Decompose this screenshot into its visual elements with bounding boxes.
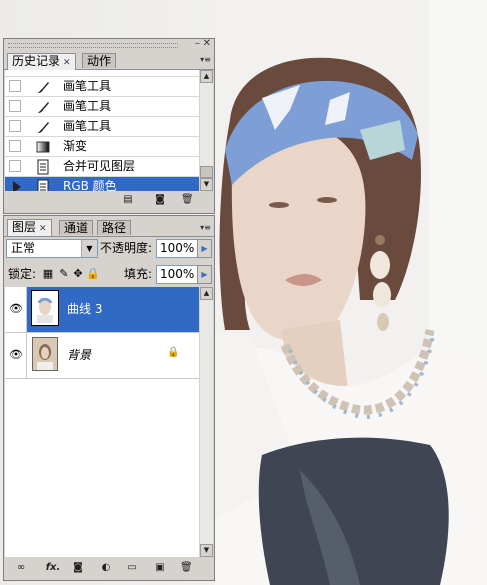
lock-label: 锁定: <box>8 267 37 281</box>
opacity-input[interactable]: 100% <box>156 239 200 258</box>
history-bottom-bar: ▤ ◙ 🗑 <box>4 192 214 208</box>
new-layer-icon[interactable]: ▣ <box>154 562 166 573</box>
chevron-down-icon[interactable]: ▼ <box>81 240 97 257</box>
history-item-label: 渐变 <box>63 139 88 153</box>
layer-mask-thumbnail[interactable] <box>31 290 59 326</box>
scroll-down-icon[interactable]: ▼ <box>200 178 213 191</box>
document-icon <box>37 159 49 175</box>
history-panel: – ✕ 历史记录 ✕ 动作 ▾≡ 画笔工具 画笔工具 画笔工具 渐变 合并可见图… <box>3 38 215 214</box>
history-state-marker <box>13 181 21 191</box>
mask-icon[interactable]: ◙ <box>72 562 84 573</box>
scroll-up-icon[interactable]: ▲ <box>200 70 213 83</box>
list-item-partial <box>5 70 199 77</box>
panel-menu-icon[interactable]: ▾≡ <box>200 222 211 233</box>
history-item-label: RGB 颜色 <box>63 179 117 191</box>
snapshot-checkbox[interactable] <box>9 160 21 172</box>
layer-name[interactable]: 背景 <box>67 348 91 363</box>
history-item[interactable]: 画笔工具 <box>5 97 199 117</box>
history-item-label: 画笔工具 <box>63 99 112 113</box>
layers-tabs: 图层 ✕ 通道 路径 ▾≡ <box>4 216 214 237</box>
curves-thumbnail-icon <box>37 297 53 323</box>
tab-close-icon[interactable]: ✕ <box>39 224 47 234</box>
tab-actions[interactable]: 动作 <box>82 53 117 68</box>
history-scrollbar[interactable]: ▲ ▼ <box>200 70 213 191</box>
snapshot-checkbox[interactable] <box>9 140 21 152</box>
brush-icon <box>38 82 49 93</box>
history-titlebar[interactable]: – ✕ <box>4 38 214 51</box>
history-item-label: 合并可见图层 <box>63 159 136 173</box>
fill-input[interactable]: 100% <box>156 265 200 284</box>
snapshot-checkbox[interactable] <box>9 80 21 92</box>
link-icon[interactable]: ∞ <box>14 562 28 573</box>
eye-icon[interactable]: 👁 <box>8 348 24 362</box>
visibility-cell[interactable]: 👁 <box>5 287 27 332</box>
layers-list: 👁 曲线 3 👁 背景 🔒 <box>5 287 199 557</box>
tab-history[interactable]: 历史记录 ✕ <box>7 53 76 70</box>
history-item[interactable]: 画笔工具 <box>5 77 199 97</box>
minimize-icon[interactable]: – <box>195 38 200 49</box>
layer-row-selected[interactable]: 👁 曲线 3 <box>5 287 199 333</box>
fill-arrow-icon[interactable]: ▶ <box>197 265 212 284</box>
tab-paths[interactable]: 路径 <box>97 220 132 235</box>
scroll-up-icon[interactable]: ▲ <box>200 287 213 300</box>
new-document-icon[interactable]: ▤ <box>122 194 134 205</box>
blend-mode-select[interactable]: 正常 ▼ <box>6 239 98 258</box>
layers-scrollbar[interactable]: ▲ ▼ <box>200 287 213 557</box>
background-thumbnail-icon <box>33 338 57 370</box>
blend-mode-value: 正常 <box>11 241 36 255</box>
tab-paths-label: 路径 <box>102 221 127 235</box>
history-item-label: 画笔工具 <box>63 79 112 93</box>
history-tabs: 历史记录 ✕ 动作 ▾≡ <box>4 51 214 70</box>
eye-icon[interactable]: 👁 <box>8 302 24 316</box>
history-list: 画笔工具 画笔工具 画笔工具 渐变 合并可见图层 RGB 颜色 <box>5 70 199 191</box>
drag-grip[interactable] <box>8 43 178 48</box>
folder-icon[interactable]: ▭ <box>126 562 138 573</box>
new-snapshot-icon[interactable]: ◙ <box>154 194 166 205</box>
fill-label: 填充: <box>124 267 153 281</box>
blend-row: 正常 ▼ 不透明度: 100% ▶ <box>4 237 214 259</box>
close-icon[interactable]: ✕ <box>203 38 211 49</box>
lock-position-icon[interactable]: ✥ <box>72 268 84 280</box>
padlock-icon: 🔒 <box>167 347 180 358</box>
tab-history-label: 历史记录 <box>12 54 61 68</box>
trash-icon[interactable]: 🗑 <box>181 194 194 205</box>
history-item[interactable]: 画笔工具 <box>5 117 199 137</box>
snapshot-checkbox[interactable] <box>9 120 21 132</box>
layers-bottom-bar: ∞ fx. ◙ ◐ ▭ ▣ 🗑 <box>4 560 214 576</box>
opacity-label: 不透明度: <box>100 241 153 255</box>
gradient-icon <box>36 141 50 153</box>
snapshot-checkbox[interactable] <box>9 100 21 112</box>
lock-row: 锁定: ▦ ✎ ✥ 🔒 填充: 100% ▶ <box>4 263 214 285</box>
history-item[interactable]: 渐变 <box>5 137 199 157</box>
layer-thumbnail[interactable] <box>32 337 58 371</box>
trash-icon[interactable]: 🗑 <box>180 562 193 573</box>
layer-row[interactable]: 👁 背景 🔒 <box>5 333 199 379</box>
layers-panel: 图层 ✕ 通道 路径 ▾≡ 正常 ▼ 不透明度: 100% ▶ 锁定: ▦ ✎ ✥… <box>3 215 215 581</box>
tab-layers-label: 图层 <box>12 220 37 234</box>
adjustment-icon[interactable]: ◐ <box>100 562 112 573</box>
tab-layers[interactable]: 图层 ✕ <box>7 219 52 236</box>
opacity-arrow-icon[interactable]: ▶ <box>197 239 212 258</box>
lock-all-icon[interactable]: 🔒 <box>86 268 100 280</box>
layer-name[interactable]: 曲线 3 <box>67 302 102 317</box>
fx-icon[interactable]: fx. <box>44 562 62 573</box>
scroll-thumb[interactable] <box>200 166 213 178</box>
tab-actions-label: 动作 <box>87 54 112 68</box>
tab-channels[interactable]: 通道 <box>59 220 94 235</box>
history-item[interactable]: 合并可见图层 <box>5 157 199 177</box>
panel-menu-icon[interactable]: ▾≡ <box>200 54 211 65</box>
history-item-label: 画笔工具 <box>63 119 112 133</box>
lock-pixels-icon[interactable]: ✎ <box>58 268 70 280</box>
history-item-selected[interactable]: RGB 颜色 <box>5 177 199 191</box>
lock-transparency-icon[interactable]: ▦ <box>42 268 54 280</box>
tab-close-icon[interactable]: ✕ <box>63 58 71 68</box>
brush-icon <box>38 122 49 133</box>
document-icon <box>37 179 49 191</box>
scroll-down-icon[interactable]: ▼ <box>200 544 213 557</box>
brush-icon <box>38 102 49 113</box>
visibility-cell[interactable]: 👁 <box>5 333 27 378</box>
tab-channels-label: 通道 <box>64 221 89 235</box>
